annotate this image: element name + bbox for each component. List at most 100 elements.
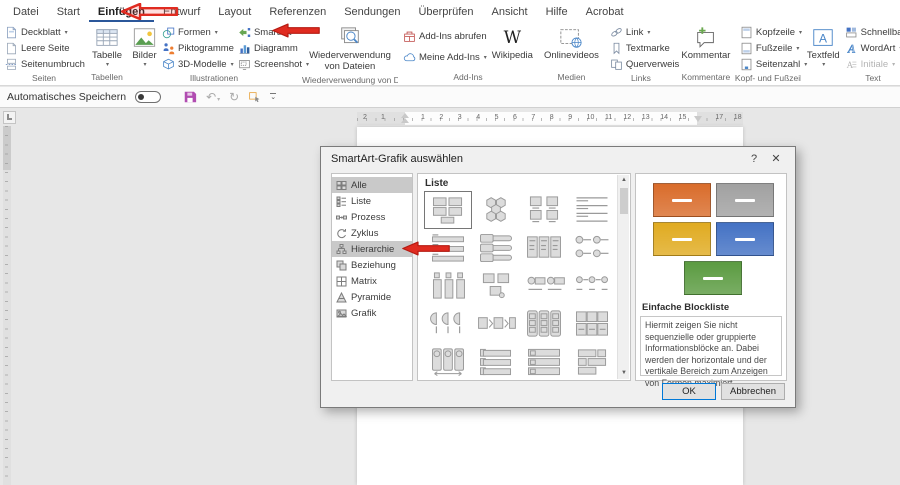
kommentar-button[interactable]: Kommentar — [678, 24, 733, 63]
close-button[interactable]: ✕ — [765, 152, 787, 165]
horizontal-ruler: 211234567891011121314151718 — [357, 112, 743, 125]
ruler-number: 3 — [458, 114, 462, 121]
gallery-item-tab-bars[interactable] — [472, 229, 520, 267]
gallery-item-grouped-boxes[interactable] — [472, 267, 520, 305]
link-button[interactable]: Link▾ — [608, 25, 681, 40]
autosave-toggle[interactable] — [135, 91, 161, 103]
touch-mode-icon[interactable] — [248, 91, 261, 104]
3d-models-icon — [162, 58, 175, 71]
screenshot-button[interactable]: Screenshot▾ — [236, 57, 300, 72]
tab-ansicht[interactable]: Ansicht — [483, 3, 537, 22]
gallery-item-half-circles[interactable] — [424, 305, 472, 343]
tab-sendungen[interactable]: Sendungen — [335, 3, 409, 22]
dialog-title-bar[interactable]: SmartArt-Grafik auswählen ? ✕ — [321, 147, 795, 170]
gallery-item-circle-panels[interactable] — [424, 343, 472, 381]
scroll-up-icon[interactable]: ▲ — [618, 175, 630, 186]
tab-start[interactable]: Start — [48, 3, 89, 22]
category-item-beziehung[interactable]: Beziehung — [332, 257, 412, 273]
scrollbar-thumb[interactable] — [620, 188, 628, 214]
category-item-hierarchie[interactable]: Hierarchie — [332, 241, 412, 257]
help-button[interactable]: ? — [743, 153, 765, 165]
gallery-item-side-tab-list[interactable] — [472, 343, 520, 381]
seitenumbruch-button[interactable]: Seitenumbruch — [3, 57, 87, 72]
category-item-matrix[interactable]: Matrix — [332, 273, 412, 289]
ribbon-group-tabellen: Tabelle▾ Tabellen — [88, 22, 126, 85]
gallery-item-bar-dots[interactable] — [568, 229, 616, 267]
category-item-zyklus[interactable]: Zyklus — [332, 225, 412, 241]
text-box-icon: A — [811, 26, 835, 50]
textfeld-button[interactable]: A Textfeld▾ — [804, 24, 843, 70]
tabelle-button[interactable]: Tabelle▾ — [89, 24, 125, 70]
tab-datei[interactable]: Datei — [4, 3, 48, 22]
save-icon[interactable] — [183, 90, 197, 104]
cancel-button[interactable]: Abbrechen — [721, 383, 785, 400]
tab-referenzen[interactable]: Referenzen — [260, 3, 335, 22]
piktogramme-button[interactable]: Piktogramme — [160, 41, 236, 56]
querverweis-button[interactable]: Querverweis — [608, 57, 681, 72]
gallery-item-blocklist[interactable] — [424, 191, 472, 229]
category-item-grafik[interactable]: Grafik — [332, 305, 412, 321]
category-item-prozess[interactable]: Prozess — [332, 209, 412, 225]
diagramm-button[interactable]: Diagramm — [236, 41, 300, 56]
tab-hilfe[interactable]: Hilfe — [537, 3, 577, 22]
gallery-item-square-bars[interactable] — [520, 343, 568, 381]
tab-ueberpruefen[interactable]: Überprüfen — [409, 3, 482, 22]
cross-reference-icon — [610, 58, 623, 71]
schnellbausteine-button[interactable]: Schnellbausteine▾ — [843, 25, 900, 40]
pyramide-category-icon — [336, 292, 347, 303]
ruler-number: 7 — [531, 114, 535, 121]
wordart-button[interactable]: A WordArt▾ — [843, 41, 900, 56]
ribbon-group-text: A Textfeld▾ Schnellbausteine▾ A WordArt▾… — [801, 22, 900, 85]
gallery-item-v-columns[interactable] — [424, 267, 472, 305]
alle-category-icon — [336, 180, 347, 191]
addins-abrufen-button[interactable]: Add-Ins abrufen — [401, 29, 489, 44]
gallery-item-panel-stacks[interactable] — [520, 305, 568, 343]
gallery-item-big-squares[interactable] — [568, 305, 616, 343]
wikipedia-button[interactable]: W Wikipedia — [489, 24, 536, 63]
customize-qat-button[interactable]: ⌄ — [270, 93, 276, 101]
gallery-item-block-mix[interactable] — [568, 343, 616, 381]
category-item-pyramide[interactable]: Pyramide — [332, 289, 412, 305]
tab-stop-selector[interactable] — [3, 111, 16, 124]
gallery-item-picture-blocks[interactable] — [520, 191, 568, 229]
circle-panels-thumbnail-icon — [426, 346, 470, 377]
deckblatt-button[interactable]: Deckblatt▾ — [3, 25, 87, 40]
textmarke-button[interactable]: Textmarke — [608, 41, 681, 56]
ribbon-group-kommentare: Kommentar Kommentare — [677, 22, 735, 85]
tab-acrobat[interactable]: Acrobat — [577, 3, 633, 22]
initiale-button[interactable]: A Initiale▾ — [843, 57, 900, 72]
gallery-item-chevron-boxes[interactable] — [472, 305, 520, 343]
redo-icon[interactable]: ↻ — [229, 91, 239, 103]
seitenzahl-button[interactable]: Seitenzahl▾ — [738, 57, 809, 72]
kopfzeile-button[interactable]: Kopfzeile▾ — [738, 25, 809, 40]
fusszeile-button[interactable]: Fußzeile▾ — [738, 41, 809, 56]
annotation-arrow-hierarchie — [402, 240, 450, 257]
category-item-liste[interactable]: Liste — [332, 193, 412, 209]
bookmark-icon — [610, 42, 623, 55]
meine-addins-button[interactable]: Meine Add-Ins▾ — [401, 50, 489, 65]
scroll-down-icon[interactable]: ▼ — [618, 368, 630, 379]
category-item-alle[interactable]: Alle — [332, 177, 412, 193]
ok-button[interactable]: OK — [662, 383, 716, 400]
half-circles-thumbnail-icon — [426, 308, 470, 339]
gallery-item-dash-circles[interactable] — [568, 267, 616, 305]
ruler-number: 2 — [439, 114, 443, 121]
leere-seite-button[interactable]: Leere Seite — [3, 41, 87, 56]
bilder-button[interactable]: Bilder▾ — [129, 24, 160, 70]
undo-button[interactable]: ↶▾ — [206, 91, 220, 104]
gallery-item-text-lines[interactable] — [568, 191, 616, 229]
formen-button[interactable]: Formen▾ — [160, 25, 236, 40]
blocklist-thumbnail-icon — [426, 194, 470, 225]
right-indent-marker[interactable] — [694, 116, 702, 122]
3d-modelle-button[interactable]: 3D-Modelle▾ — [160, 57, 236, 72]
left-indent-marker[interactable] — [401, 113, 409, 118]
onlinevideos-button[interactable]: Onlinevideos — [541, 24, 602, 63]
smartart-dialog: SmartArt-Grafik auswählen ? ✕ AlleListeP… — [320, 146, 796, 408]
tab-layout[interactable]: Layout — [209, 3, 260, 22]
gallery-scrollbar[interactable]: ▲ ▼ — [617, 175, 629, 379]
gallery-item-hexagons[interactable] — [472, 191, 520, 229]
picture-blocks-thumbnail-icon — [522, 194, 566, 225]
hierarchie-category-icon — [336, 244, 347, 255]
gallery-item-circle-box-pairs[interactable] — [520, 267, 568, 305]
gallery-item-column-text[interactable] — [520, 229, 568, 267]
